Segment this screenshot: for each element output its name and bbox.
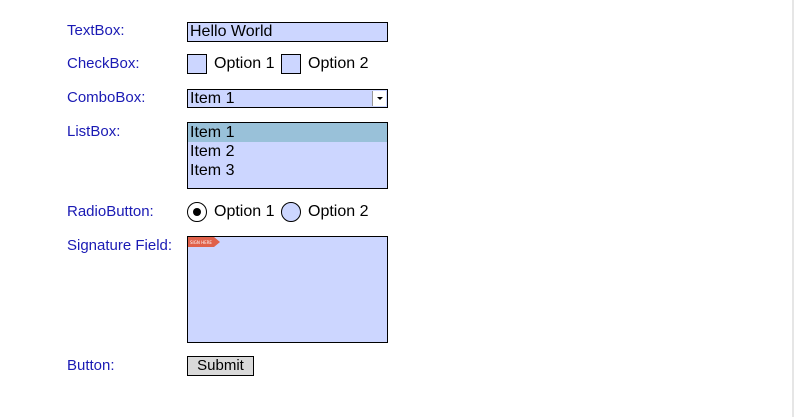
radiobutton-label: RadioButton: [67, 203, 154, 220]
list-item[interactable]: Item 2 [188, 142, 387, 161]
list-item[interactable]: Item 1 [188, 123, 387, 142]
checkbox-option-1[interactable] [187, 54, 207, 74]
signature-label: Signature Field: [67, 237, 173, 254]
radio-option-2-label: Option 2 [308, 203, 369, 220]
submit-button[interactable]: Submit [187, 356, 254, 376]
textbox-value: Hello World [190, 23, 273, 40]
textbox-label: TextBox: [67, 22, 125, 39]
radio-option-2[interactable] [281, 202, 301, 222]
chevron-down-icon [377, 97, 383, 100]
page-edge-divider [792, 0, 794, 417]
checkbox-option-2-label: Option 2 [308, 55, 369, 72]
combobox-select[interactable]: Item 1 [187, 89, 388, 108]
combobox-label: ComboBox: [67, 89, 146, 106]
checkbox-option-1-label: Option 1 [214, 55, 275, 72]
checkbox-label: CheckBox: [67, 55, 140, 72]
listbox-label: ListBox: [67, 123, 121, 140]
radio-option-1[interactable] [187, 202, 207, 222]
form-page: TextBox: Hello World CheckBox: Option 1 … [0, 0, 796, 417]
sign-here-flag-text: SIGN HERE [190, 240, 212, 245]
combobox-selected-value: Item 1 [190, 90, 235, 107]
combobox-dropdown-button[interactable] [372, 91, 386, 106]
button-label: Button: [67, 357, 115, 374]
radio-option-1-label: Option 1 [214, 203, 275, 220]
signature-field[interactable]: SIGN HERE [187, 236, 388, 343]
checkbox-option-2[interactable] [281, 54, 301, 74]
sign-here-flag-icon: SIGN HERE [188, 237, 220, 247]
list-item[interactable]: Item 3 [188, 161, 387, 180]
listbox[interactable]: Item 1 Item 2 Item 3 [187, 122, 388, 189]
textbox-input[interactable]: Hello World [187, 22, 388, 42]
radio-selected-icon [193, 208, 201, 216]
